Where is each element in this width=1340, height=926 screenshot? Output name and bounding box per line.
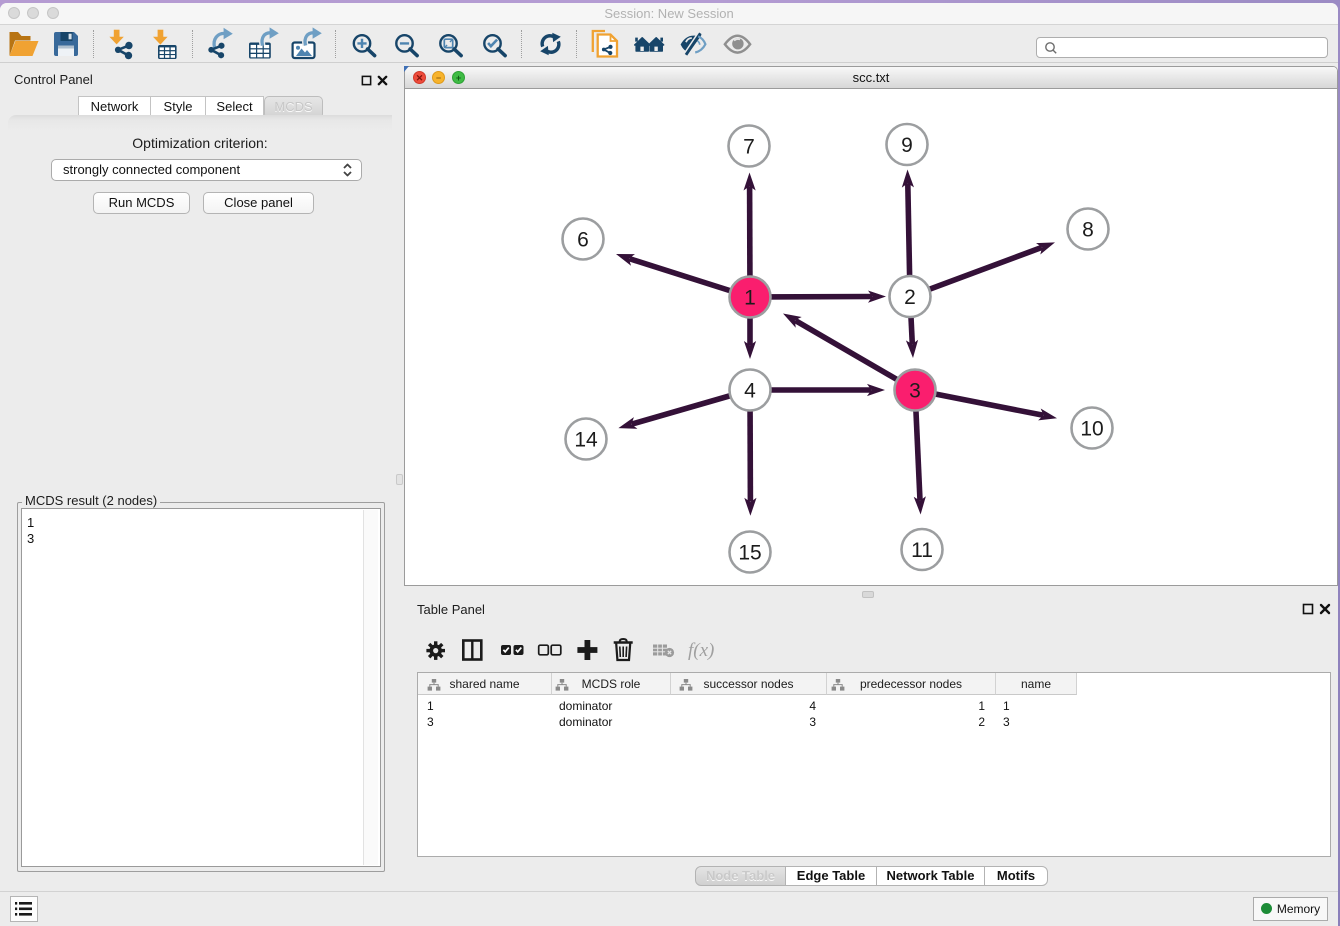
- svg-text:10: 10: [1080, 417, 1103, 440]
- svg-text:11: 11: [911, 539, 933, 562]
- svg-text:2: 2: [904, 286, 916, 309]
- svg-text:3: 3: [909, 379, 921, 402]
- svg-text:6: 6: [577, 228, 589, 251]
- svg-text:9: 9: [901, 134, 913, 157]
- svg-text:8: 8: [1082, 218, 1094, 241]
- svg-text:14: 14: [574, 428, 598, 451]
- svg-text:4: 4: [744, 379, 756, 402]
- svg-text:1: 1: [744, 286, 756, 309]
- svg-text:7: 7: [743, 135, 755, 158]
- svg-text:15: 15: [738, 541, 761, 564]
- svg-text:f(x): f(x): [688, 640, 714, 661]
